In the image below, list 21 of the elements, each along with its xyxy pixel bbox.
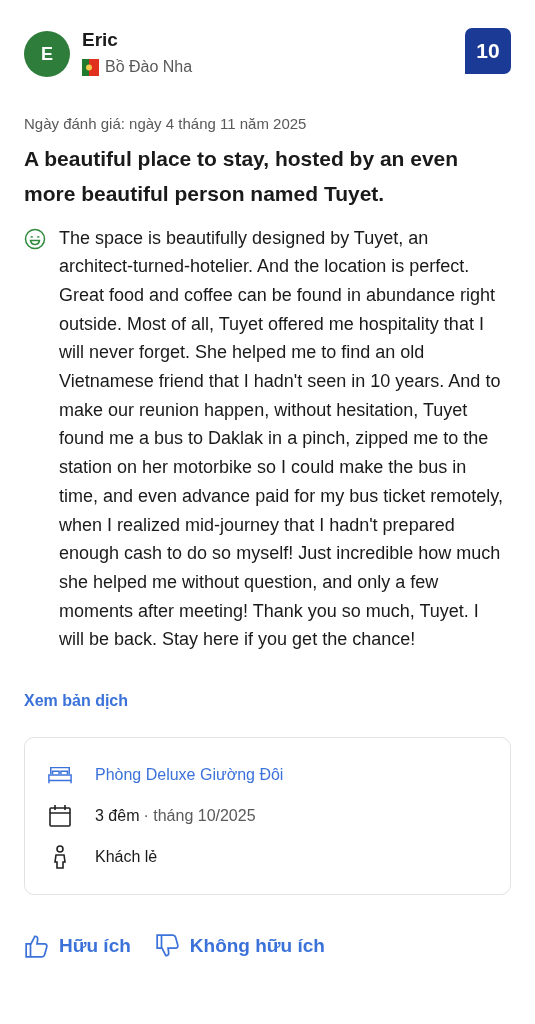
score-badge: 10	[465, 28, 511, 74]
stay-month: · tháng 10/2025	[143, 806, 256, 827]
stay-length: 3 đêm	[95, 806, 140, 827]
not-helpful-button[interactable]: Không hữu ích	[154, 932, 325, 961]
bed-icon	[48, 765, 72, 786]
reviewer-name: Eric	[82, 28, 119, 52]
smiley-icon	[24, 227, 46, 250]
avatar: E	[24, 31, 70, 77]
reviewer-country: Bồ Đào Nha	[105, 57, 193, 77]
review-text: The space is beautifully designed by Tuyet, an architect-turned-hotelier. And the location is perfect. Great food and coffee can be found in abundance right outside. Most of all, Tuyet offered me hospitality that I will never forget. She helped me to find an old Vietnamese friend that I hadn't seen in 10 years. And to make our reunion happen, without hesitation, Tuyet found me a bus to Daklak in a pinch, zipped me to the station on her motorbike so I could make the bus in time, and even advance paid for my bus ticket remotely, when I realized mid-journey that I hadn't prepared enough cash to do so myself! Just incredible how much she helped me without question, and only a few moments after meeting! Thank you so much, Tuyet. I will be back. Stay here if you get the chance!	[59, 226, 504, 652]
calendar-icon	[48, 804, 72, 829]
translate-link[interactable]: Xem bản dịch	[24, 689, 511, 714]
review-date: Ngày đánh giá: ngày 4 tháng 11 năm 2025	[24, 114, 308, 134]
room-link[interactable]: Phòng Deluxe Giường Đôi	[95, 763, 284, 788]
thumbs-up-icon	[24, 933, 50, 960]
thumbs-down-icon	[154, 933, 181, 960]
helpful-button[interactable]: Hữu ích	[24, 932, 131, 961]
person-icon	[52, 845, 68, 870]
guest-type: Khách lẻ	[95, 847, 158, 868]
review-title: A beautiful place to stay, hosted by an even more beautiful person named Tuyet.	[24, 145, 460, 207]
flag-icon	[82, 58, 99, 76]
